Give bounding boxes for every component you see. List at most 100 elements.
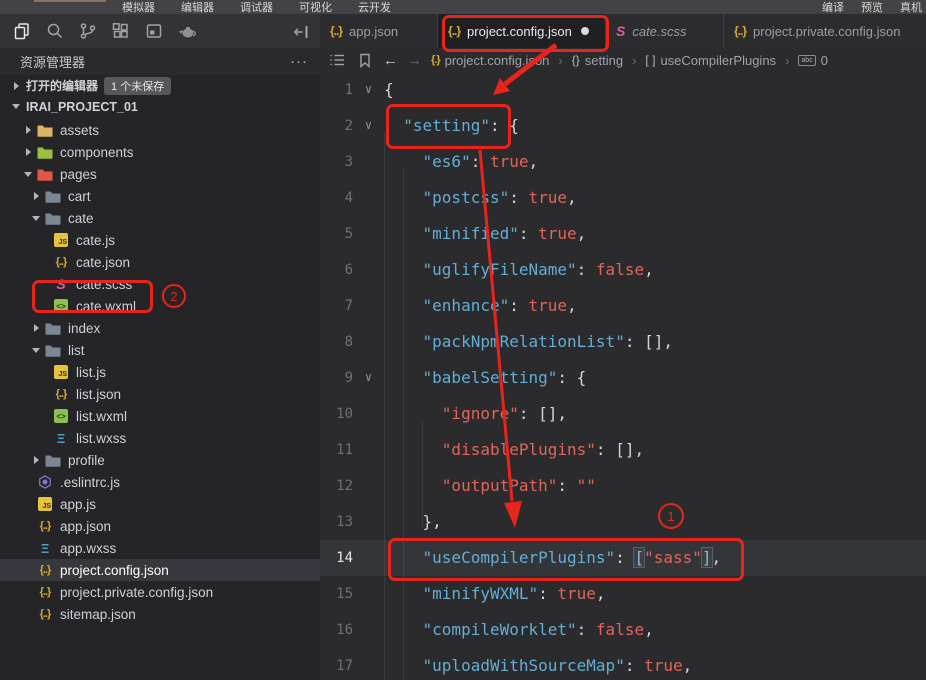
menu-item-预览[interactable]: 预览 <box>861 0 883 15</box>
code-line-5[interactable]: 5 "minified": true, <box>320 216 926 252</box>
tab-project.private.config.json[interactable]: {..}project.private.config.json <box>724 14 926 48</box>
menu-item-云开发[interactable]: 云开发 <box>358 0 391 15</box>
source-control-icon[interactable] <box>78 22 97 41</box>
tree-file-app.js[interactable]: JSapp.js <box>0 493 320 515</box>
tree-folder-cart[interactable]: cart <box>0 185 320 207</box>
breadcrumb-item-project.config.json[interactable]: {.}project.config.json <box>431 53 549 68</box>
menu-item-真机[interactable]: 真机 <box>900 0 922 15</box>
code-line-6[interactable]: 6 "uglifyFileName": false, <box>320 252 926 288</box>
menu-item-模拟器[interactable]: 模拟器 <box>122 0 155 15</box>
folder-icon <box>44 320 62 336</box>
tree-file-cate.json[interactable]: {..}cate.json <box>0 251 320 273</box>
code-text: }, <box>384 504 442 540</box>
devtools-kettle-icon[interactable] <box>177 22 196 41</box>
code-line-12[interactable]: 12 "outputPath": "" <box>320 468 926 504</box>
code-area[interactable]: 1∨{2∨ "setting": {3 "es6": true,4 "postc… <box>320 72 926 680</box>
outline-icon[interactable] <box>327 51 346 70</box>
code-line-3[interactable]: 3 "es6": true, <box>320 144 926 180</box>
line-number: 2 <box>320 108 353 144</box>
nav-forward-icon[interactable]: → <box>407 52 422 69</box>
tree-file-cate.wxml[interactable]: <>cate.wxml <box>0 295 320 317</box>
tree-folder-profile[interactable]: profile <box>0 449 320 471</box>
tree-file-list.json[interactable]: {..} list.json <box>0 383 320 405</box>
nav-back-icon[interactable]: ← <box>383 52 398 69</box>
code-text: "babelSetting": { <box>384 360 586 396</box>
code-line-8[interactable]: 8 "packNpmRelationList": [], <box>320 324 926 360</box>
open-editors-section[interactable]: 打开的编辑器 1 个未保存 <box>0 75 320 96</box>
json-file-icon: {..} <box>734 24 746 38</box>
tree-folder-index[interactable]: index <box>0 317 320 339</box>
breadcrumb-item-setting[interactable]: {}setting <box>572 53 623 68</box>
file-type-icon: JS <box>52 364 70 380</box>
code-line-2[interactable]: 2∨ "setting": { <box>320 108 926 144</box>
chevron-right-icon <box>28 192 44 200</box>
project-root-section[interactable]: IRAI_PROJECT_01 <box>0 96 320 117</box>
file-tree: assetscomponentspagescartcateJScate.js{.… <box>0 119 320 625</box>
tree-file-project.private.config.json[interactable]: {..}project.private.config.json <box>0 581 320 603</box>
code-line-4[interactable]: 4 "postcss": true, <box>320 180 926 216</box>
tree-item-label: list.json <box>76 387 121 402</box>
tree-file-cate.js[interactable]: JScate.js <box>0 229 320 251</box>
tree-folder-assets[interactable]: assets <box>0 119 320 141</box>
menu-item-编辑器[interactable]: 编辑器 <box>181 0 214 15</box>
code-line-16[interactable]: 16 "compileWorklet": false, <box>320 612 926 648</box>
tab-project.config.json[interactable]: {..}project.config.json <box>438 14 606 48</box>
eslint-icon <box>38 475 52 489</box>
code-line-15[interactable]: 15 "minifyWXML": true, <box>320 576 926 612</box>
tree-item-label: cate.json <box>76 255 130 270</box>
tree-file-list.wxml[interactable]: <>list.wxml <box>0 405 320 427</box>
tree-file-project.config.json[interactable]: {..} project.config.json <box>0 559 320 581</box>
menu-item-调试器[interactable]: 调试器 <box>240 0 273 15</box>
tab-app.json[interactable]: {..}app.json <box>320 14 438 48</box>
code-line-17[interactable]: 17 "uploadWithSourceMap": true, <box>320 648 926 680</box>
folder-icon <box>37 124 53 137</box>
bookmark-icon[interactable] <box>355 51 374 70</box>
wxml-file-icon: <> <box>54 299 68 313</box>
fold-chevron-icon[interactable]: ∨ <box>353 360 384 396</box>
file-type-icon: {..} <box>36 562 54 578</box>
code-line-1[interactable]: 1∨{ <box>320 72 926 108</box>
tree-folder-list[interactable]: list <box>0 339 320 361</box>
tree-folder-components[interactable]: components <box>0 141 320 163</box>
code-line-14[interactable]: 14 "useCompilerPlugins": ["sass"], <box>320 540 926 576</box>
code-line-13[interactable]: 13 }, <box>320 504 926 540</box>
fold-chevron-icon[interactable]: ∨ <box>353 108 384 144</box>
code-text: "outputPath": "" <box>384 468 596 504</box>
line-number: 4 <box>320 180 353 216</box>
tree-file-app.json[interactable]: {..}app.json <box>0 515 320 537</box>
tree-file-sitemap.json[interactable]: {..}sitemap.json <box>0 603 320 625</box>
tree-file-cate.scss[interactable]: Scate.scss <box>0 273 320 295</box>
fold-gutter <box>353 612 384 648</box>
menu-item-编译[interactable]: 编译 <box>822 0 844 15</box>
tree-folder-pages[interactable]: pages <box>0 163 320 185</box>
menu-item-可视化[interactable]: 可视化 <box>299 0 332 15</box>
tree-folder-cate[interactable]: cate <box>0 207 320 229</box>
search-icon[interactable] <box>45 22 64 41</box>
tree-file-list.wxss[interactable]: Ξlist.wxss <box>0 427 320 449</box>
json-file-icon: {..} <box>56 388 67 400</box>
code-line-11[interactable]: 11 "disablePlugins": [], <box>320 432 926 468</box>
wxml-file-icon: <> <box>54 409 68 423</box>
tab-cate.scss[interactable]: Scate.scss <box>606 14 724 48</box>
explorer-more-icon[interactable]: ··· <box>290 53 308 70</box>
tree-item-label: project.config.json <box>60 563 169 578</box>
tree-file-list.js[interactable]: JSlist.js <box>0 361 320 383</box>
code-line-9[interactable]: 9∨ "babelSetting": { <box>320 360 926 396</box>
fold-gutter <box>353 432 384 468</box>
code-text: "enhance": true, <box>384 288 577 324</box>
breadcrumb-item-0[interactable]: abc0 <box>798 53 828 68</box>
tree-file-app.wxss[interactable]: Ξapp.wxss <box>0 537 320 559</box>
fold-chevron-icon[interactable]: ∨ <box>353 72 384 108</box>
collapse-sidebar-icon[interactable] <box>291 22 310 41</box>
preview-window-icon[interactable] <box>144 22 163 41</box>
tree-file-.eslintrc.js[interactable]: .eslintrc.js <box>0 471 320 493</box>
breadcrumb-item-useCompilerPlugins[interactable]: [ ]useCompilerPlugins <box>645 53 776 68</box>
files-icon[interactable] <box>12 22 31 41</box>
folder-icon <box>36 144 54 160</box>
extensions-icon[interactable] <box>111 22 130 41</box>
tree-item-label: pages <box>60 167 97 182</box>
line-number: 16 <box>320 612 353 648</box>
code-line-7[interactable]: 7 "enhance": true, <box>320 288 926 324</box>
titlebar-menu-left: 模拟器 编辑器 调试器 可视化 云开发 <box>122 0 391 15</box>
code-line-10[interactable]: 10 "ignore": [], <box>320 396 926 432</box>
